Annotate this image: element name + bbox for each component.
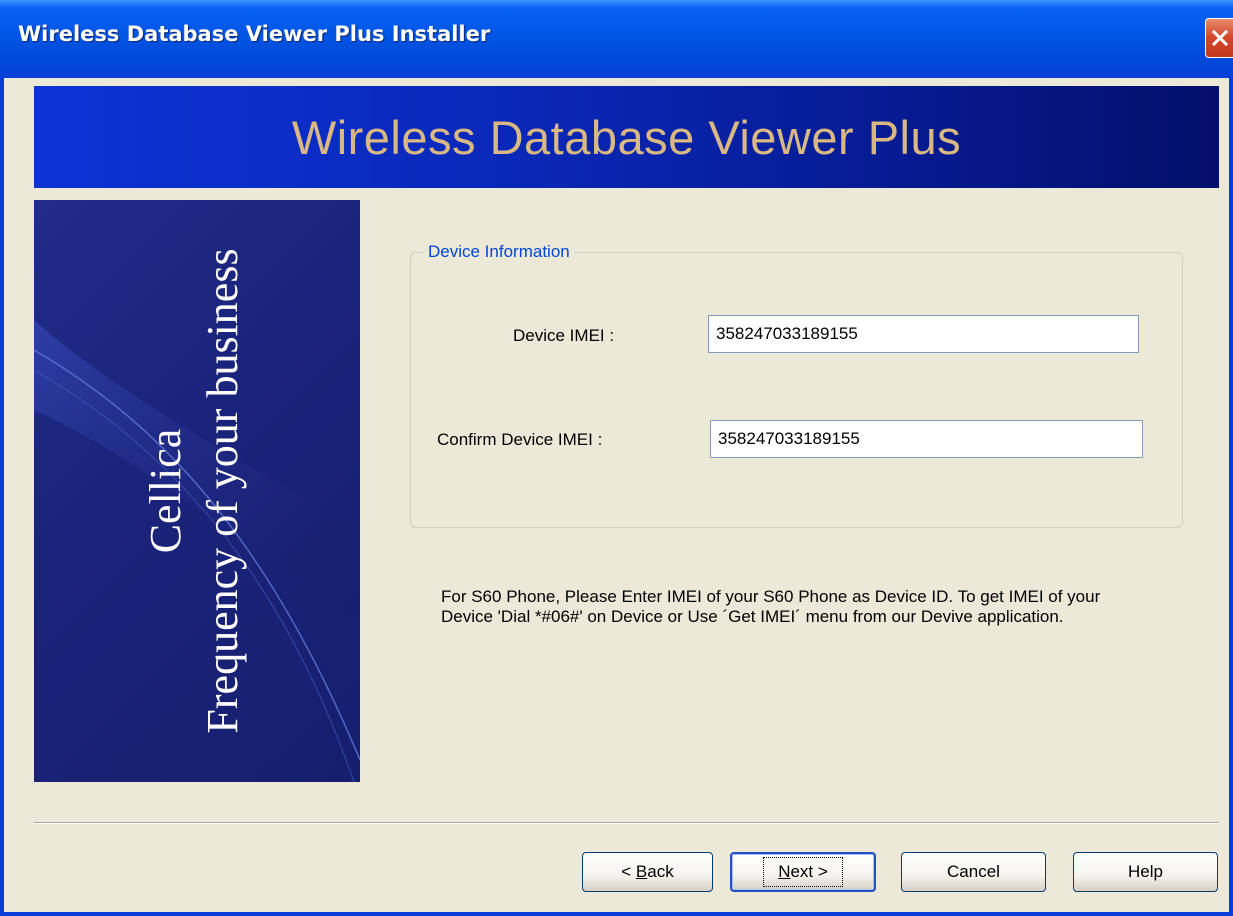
next-button[interactable]: Next > xyxy=(730,852,876,892)
title-bar[interactable]: Wireless Database Viewer Plus Installer xyxy=(0,0,1233,78)
company-name: Cellica xyxy=(141,428,190,554)
banner-title: Wireless Database Viewer Plus xyxy=(291,110,962,164)
cancel-button[interactable]: Cancel xyxy=(901,852,1046,892)
device-imei-input[interactable]: 358247033189155 xyxy=(708,315,1139,353)
cancel-button-label: Cancel xyxy=(947,862,1000,881)
help-button[interactable]: Help xyxy=(1073,852,1218,892)
window-title: Wireless Database Viewer Plus Installer xyxy=(18,22,491,46)
close-icon xyxy=(1211,29,1228,47)
device-imei-label: Device IMEI : xyxy=(513,326,615,345)
close-button[interactable] xyxy=(1205,18,1233,58)
confirm-imei-label: Confirm Device IMEI : xyxy=(437,430,603,449)
back-button-label: < Back xyxy=(621,862,674,881)
confirm-imei-input[interactable]: 358247033189155 xyxy=(710,420,1143,458)
product-banner: Wireless Database Viewer Plus xyxy=(34,86,1219,188)
next-button-label: Next > xyxy=(763,857,843,887)
device-information-group xyxy=(410,252,1183,528)
back-button[interactable]: < Back xyxy=(582,852,713,892)
device-information-legend: Device Information xyxy=(424,242,574,262)
footer-divider xyxy=(34,822,1219,824)
help-button-label: Help xyxy=(1128,862,1163,881)
side-panel: Cellica Frequency of your business xyxy=(34,200,360,782)
imei-instructions: For S60 Phone, Please Enter IMEI of your… xyxy=(441,587,1101,626)
company-tagline: Frequency of your business xyxy=(198,248,247,734)
side-caption: Cellica Frequency of your business xyxy=(140,248,254,733)
